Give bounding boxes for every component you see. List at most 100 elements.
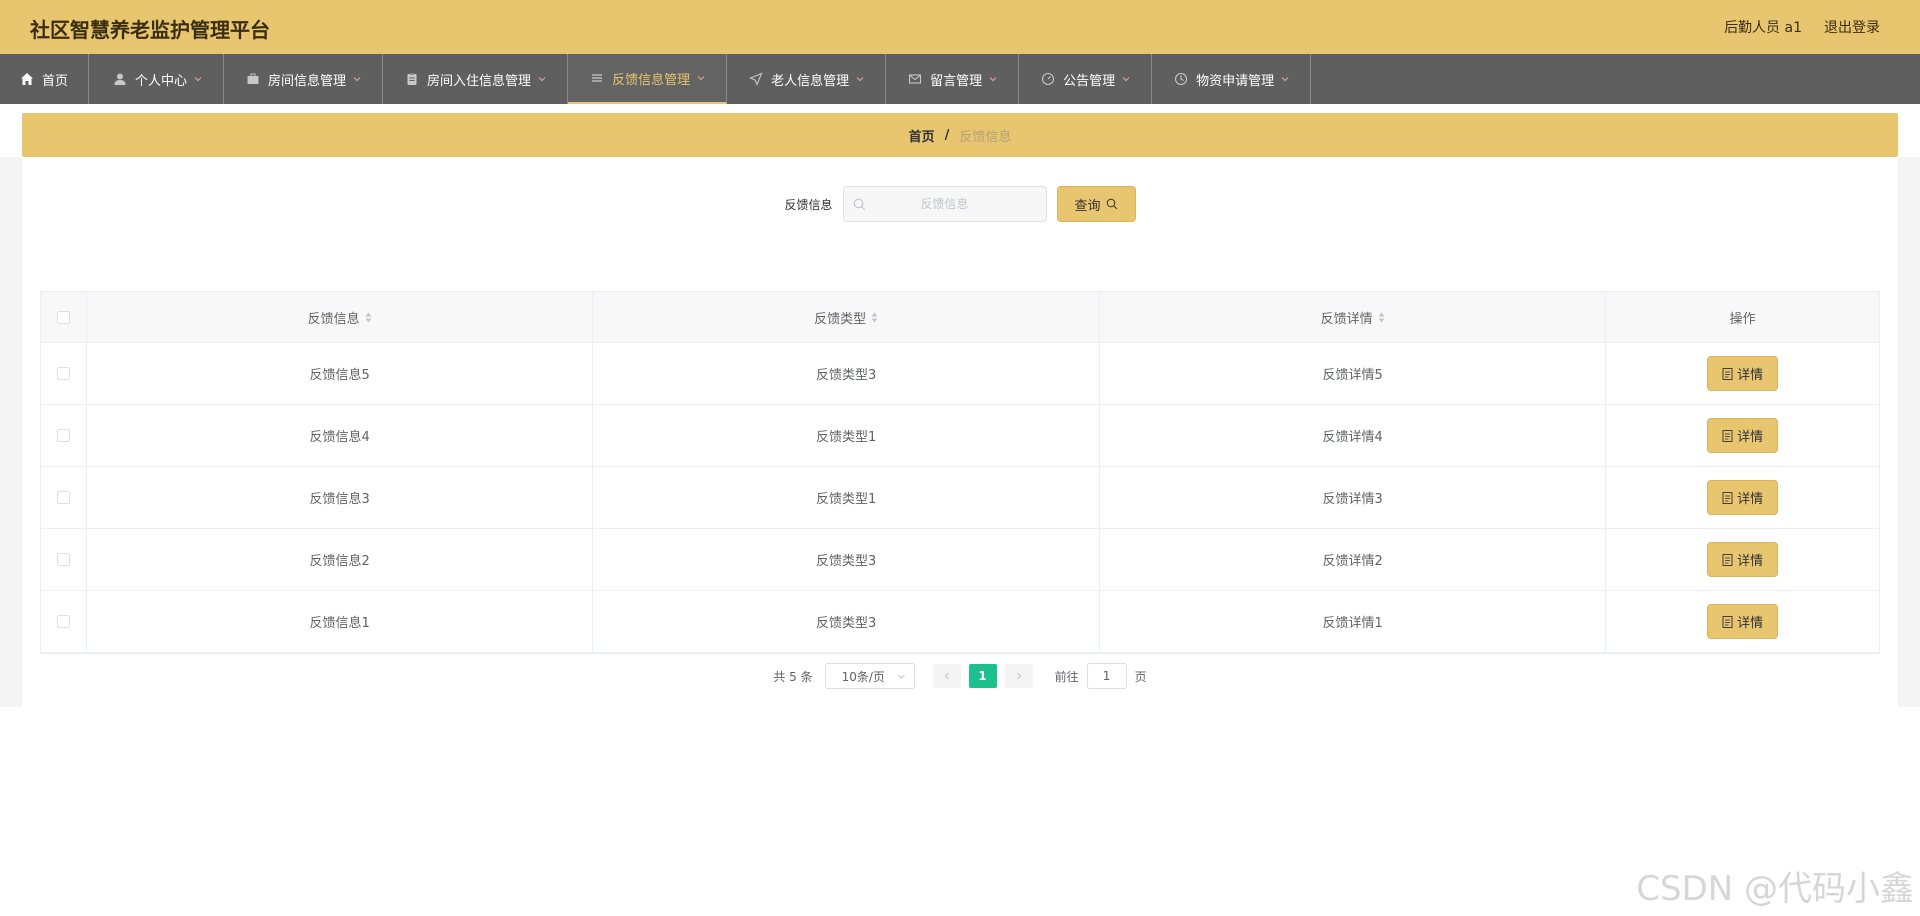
- nav-label: 公告管理: [1063, 73, 1116, 89]
- row-checkbox[interactable]: [56, 429, 70, 442]
- chevron-down-icon: [696, 73, 706, 83]
- cell-actions: 详情: [1606, 467, 1879, 528]
- table-row: 反馈信息2 反馈类型3 反馈详情2 详情: [41, 529, 1879, 591]
- sort-icon[interactable]: [365, 312, 372, 323]
- pagination-total: 共 5 条: [773, 669, 813, 684]
- row-select-cell: [41, 343, 87, 404]
- row-checkbox[interactable]: [56, 553, 70, 566]
- gauge-icon: [1041, 72, 1055, 86]
- table-row: 反馈信息3 反馈类型1 反馈详情3 详情: [41, 467, 1879, 529]
- detail-button[interactable]: 详情: [1707, 418, 1779, 453]
- top-header: 社区智慧养老监护管理平台 后勤人员 a1 退出登录: [0, 0, 1920, 54]
- watermark: CSDN @代码小鑫: [1636, 869, 1914, 909]
- chevron-left-icon: [944, 672, 949, 680]
- column-header-label: 反馈详情: [1320, 311, 1373, 327]
- cell-type: 反馈类型1: [593, 467, 1100, 528]
- chevron-down-icon: [988, 74, 998, 84]
- document-icon: [1722, 429, 1733, 442]
- row-checkbox[interactable]: [56, 615, 70, 628]
- nav-item-elderly-info[interactable]: 老人信息管理: [727, 54, 887, 104]
- chevron-down-icon: [855, 74, 865, 84]
- chevron-right-icon: [1016, 672, 1021, 680]
- nav-label: 首页: [42, 73, 69, 89]
- chevron-down-icon: [1121, 74, 1131, 84]
- row-checkbox[interactable]: [56, 491, 70, 504]
- nav-item-room-info[interactable]: 房间信息管理: [224, 54, 384, 104]
- user-icon: [113, 72, 127, 86]
- search-label: 反馈信息: [784, 197, 833, 212]
- main-nav: 首页 个人中心 房间信息管理 房间入住信息管理 反馈信息管理 老人信息管理 留言…: [0, 54, 1920, 104]
- cell-actions: 详情: [1606, 529, 1879, 590]
- search-icon: [1106, 198, 1117, 210]
- row-checkbox[interactable]: [56, 367, 70, 380]
- goto-page-input[interactable]: [1086, 663, 1127, 689]
- nav-item-home[interactable]: 首页: [0, 54, 90, 104]
- search-input[interactable]: [843, 187, 1046, 221]
- page-size-value: 10条/页: [841, 669, 885, 684]
- clock-icon: [1174, 72, 1188, 86]
- cell-info: 反馈信息3: [87, 467, 594, 528]
- column-header-actions: 操作: [1606, 292, 1879, 342]
- search-field: [842, 186, 1047, 222]
- nav-item-room-checkin[interactable]: 房间入住信息管理: [383, 54, 569, 104]
- cell-actions: 详情: [1606, 343, 1879, 404]
- send-icon: [749, 72, 763, 86]
- row-select-cell: [41, 529, 87, 590]
- goto-suffix: 页: [1134, 669, 1147, 684]
- mail-icon: [908, 72, 922, 86]
- select-all-cell: [41, 292, 87, 342]
- app-title: 社区智慧养老监护管理平台: [30, 18, 270, 42]
- chevron-down-icon: [193, 74, 203, 84]
- cell-type: 反馈类型1: [593, 405, 1100, 466]
- nav-item-announcements[interactable]: 公告管理: [1019, 54, 1153, 104]
- document-icon: [1722, 615, 1733, 628]
- cell-type: 反馈类型3: [593, 591, 1100, 652]
- detail-button[interactable]: 详情: [1707, 480, 1779, 515]
- column-header-type[interactable]: 反馈类型: [593, 292, 1100, 342]
- detail-button[interactable]: 详情: [1707, 604, 1779, 639]
- chevron-down-icon: [1280, 74, 1290, 84]
- nav-label: 留言管理: [930, 73, 983, 89]
- next-page-button[interactable]: [1004, 664, 1033, 688]
- table-row: 反馈信息1 反馈类型3 反馈详情1 详情: [41, 591, 1879, 653]
- detail-button-label: 详情: [1737, 616, 1764, 631]
- column-header-info[interactable]: 反馈信息: [87, 292, 594, 342]
- search-button-label: 查询: [1074, 198, 1101, 214]
- detail-button[interactable]: 详情: [1707, 356, 1779, 391]
- nav-item-personal-center[interactable]: 个人中心: [89, 54, 225, 104]
- column-header-label: 操作: [1729, 311, 1756, 327]
- nav-label: 个人中心: [135, 73, 188, 89]
- detail-button-label: 详情: [1737, 554, 1764, 569]
- nav-label: 老人信息管理: [771, 73, 850, 89]
- select-all-checkbox[interactable]: [56, 310, 70, 324]
- detail-button[interactable]: 详情: [1707, 542, 1779, 577]
- breadcrumb-home-link[interactable]: 首页: [909, 126, 935, 145]
- menu-icon: [590, 71, 604, 85]
- detail-button-label: 详情: [1737, 368, 1764, 383]
- page-gutter-right: [1898, 157, 1920, 707]
- goto-label: 前往: [1054, 669, 1079, 684]
- nav-item-supply-requests[interactable]: 物资申请管理: [1152, 54, 1312, 104]
- row-select-cell: [41, 467, 87, 528]
- clipboard-icon: [405, 72, 419, 86]
- logout-button[interactable]: 退出登录: [1824, 17, 1880, 37]
- sort-icon[interactable]: [871, 312, 878, 323]
- nav-item-messages[interactable]: 留言管理: [886, 54, 1020, 104]
- header-user-area: 后勤人员 a1 退出登录: [1724, 17, 1880, 37]
- document-icon: [1722, 491, 1733, 504]
- nav-label: 反馈信息管理: [612, 72, 691, 88]
- search-button[interactable]: 查询: [1056, 186, 1136, 222]
- prev-page-button[interactable]: [932, 664, 961, 688]
- detail-button-label: 详情: [1737, 430, 1764, 445]
- page-size-select[interactable]: 10条/页: [824, 663, 915, 689]
- table-row: 反馈信息4 反馈类型1 反馈详情4 详情: [41, 405, 1879, 467]
- search-icon: [853, 198, 865, 211]
- cell-info: 反馈信息2: [87, 529, 594, 590]
- feedback-table: 反馈信息 反馈类型 反馈详情 操作 反馈信息5 反馈类型3 反馈详情5 详情 反…: [40, 291, 1880, 654]
- table-header-row: 反馈信息 反馈类型 反馈详情 操作: [41, 292, 1879, 343]
- nav-item-feedback[interactable]: 反馈信息管理: [568, 54, 728, 104]
- cell-type: 反馈类型3: [593, 343, 1100, 404]
- sort-icon[interactable]: [1378, 312, 1385, 323]
- column-header-detail[interactable]: 反馈详情: [1100, 292, 1607, 342]
- page-number-current[interactable]: 1: [968, 664, 997, 688]
